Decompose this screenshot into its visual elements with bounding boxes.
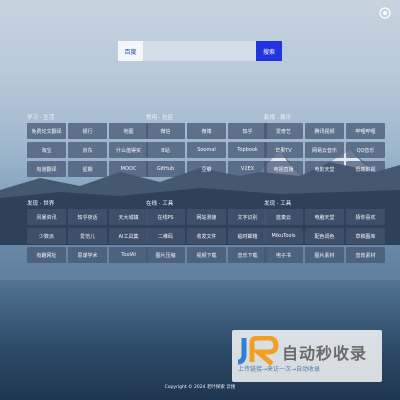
footer-copyright: Copyright © 2024 老叶探索 云搜 bbox=[164, 385, 236, 390]
link-tile[interactable]: 少数派 bbox=[27, 228, 66, 244]
link-grid: 风暴资讯 知乎夜话 天大城镇 少数派 爱范儿 AI工具集 有趣网址 思谋学术 T… bbox=[27, 209, 148, 263]
link-tile[interactable]: 有道翻译 bbox=[27, 161, 66, 177]
link-tile[interactable]: 电脑天堂 bbox=[305, 209, 344, 225]
section-title: 影视 · 娱乐 bbox=[264, 115, 292, 121]
search-input[interactable] bbox=[144, 41, 256, 61]
section-common-community: 常用 · 社区 微信 微博 知乎 B站 Soomal Topbook GitHu… bbox=[146, 114, 267, 177]
link-tile[interactable]: 图片压缩 bbox=[146, 247, 185, 263]
watermark-subtitle: 上传链接→来访一次→自动收录 bbox=[238, 366, 321, 373]
link-tile[interactable]: 电影天堂 bbox=[305, 161, 344, 177]
link-tile[interactable]: 配色调色 bbox=[305, 228, 344, 244]
link-tile[interactable]: 哔哩哔哩 bbox=[346, 123, 385, 139]
link-tile[interactable]: AI工具集 bbox=[109, 228, 148, 244]
link-tile[interactable]: 微博 bbox=[187, 123, 226, 139]
link-tile[interactable]: 视频下载 bbox=[187, 247, 226, 263]
section-title: 常用 · 社区 bbox=[146, 115, 174, 121]
link-tile[interactable]: 天大城镇 bbox=[109, 209, 148, 225]
link-tile[interactable]: 风暴资讯 bbox=[27, 209, 66, 225]
link-tile[interactable]: 草稿图库 bbox=[346, 228, 385, 244]
link-tile[interactable]: 知乎 bbox=[228, 123, 267, 139]
link-tile[interactable]: 银行 bbox=[68, 123, 107, 139]
section-title: 发现 · 世界 bbox=[27, 201, 55, 207]
link-tile[interactable]: 芒果TV bbox=[264, 142, 303, 158]
link-tile[interactable]: 低端影视 bbox=[346, 161, 385, 177]
section-study-life: 学习 · 生活 免费论文翻译 银行 地图 淘宝 京东 什么值得买 有道翻译 星期… bbox=[27, 114, 148, 177]
section-discover-tools: 发现 · 工具 蓝奏云 电脑天堂 猜你喜欢 MikuTools 配色调色 草稿图… bbox=[264, 200, 385, 263]
link-tile[interactable]: 知乎夜话 bbox=[68, 209, 107, 225]
link-tile[interactable]: B站 bbox=[146, 142, 185, 158]
link-tile[interactable]: ToolAI bbox=[109, 247, 148, 263]
link-tile[interactable]: 星期 bbox=[68, 161, 107, 177]
link-tile[interactable]: 免费论文翻译 bbox=[27, 123, 66, 139]
link-grid: 在线PS 网站测速 文字识别 二维码 收发文件 临时邮箱 图片压缩 视频下载 音… bbox=[146, 209, 267, 263]
link-tile[interactable]: 思谋学术 bbox=[68, 247, 107, 263]
link-tile[interactable]: 猜你喜欢 bbox=[346, 209, 385, 225]
section-title: 学习 · 生活 bbox=[27, 115, 55, 121]
section-online-tools: 在线 · 工具 在线PS 网站测速 文字识别 二维码 收发文件 临时邮箱 图片压… bbox=[146, 200, 267, 263]
link-tile[interactable]: 豆瓣 bbox=[187, 161, 226, 177]
link-tile[interactable]: 淘宝 bbox=[27, 142, 66, 158]
section-discover-world: 发现 · 世界 风暴资讯 知乎夜话 天大城镇 少数派 爱范儿 AI工具集 有趣网… bbox=[27, 200, 148, 263]
link-tile[interactable]: 蓝奏云 bbox=[264, 209, 303, 225]
jr-logo-icon bbox=[237, 336, 279, 366]
settings-icon bbox=[379, 7, 391, 19]
link-tile[interactable]: 收发文件 bbox=[187, 228, 226, 244]
search-bar: 百度 搜索 bbox=[118, 41, 282, 61]
link-tile[interactable]: MikuTools bbox=[264, 228, 303, 244]
link-tile[interactable]: 什么值得买 bbox=[109, 142, 148, 158]
link-grid: 微信 微博 知乎 B站 Soomal Topbook GitHub 豆瓣 V2E… bbox=[146, 123, 267, 177]
link-grid: 蓝奏云 电脑天堂 猜你喜欢 MikuTools 配色调色 草稿图库 电子书 图片… bbox=[264, 209, 385, 263]
link-tile[interactable]: 爱奇艺 bbox=[264, 123, 303, 139]
link-tile[interactable]: 微信 bbox=[146, 123, 185, 139]
link-tile[interactable]: 网易云音乐 bbox=[305, 142, 344, 158]
link-tile[interactable]: 文字识别 bbox=[228, 209, 267, 225]
link-tile[interactable]: 音乐下载 bbox=[228, 247, 267, 263]
link-grid: 爱奇艺 腾讯视频 哔哩哔哩 芒果TV 网易云音乐 QQ音乐 电视直播 电影天堂 … bbox=[264, 123, 385, 177]
link-tile[interactable]: 图片素材 bbox=[305, 247, 344, 263]
link-tile[interactable]: 音效素材 bbox=[346, 247, 385, 263]
settings-button[interactable] bbox=[378, 5, 392, 19]
section-title: 发现 · 工具 bbox=[264, 201, 292, 207]
link-tile[interactable]: 电子书 bbox=[264, 247, 303, 263]
link-tile[interactable]: MOOC bbox=[109, 161, 148, 177]
link-tile[interactable]: 地图 bbox=[109, 123, 148, 139]
link-tile[interactable]: Topbook bbox=[228, 142, 267, 158]
link-tile[interactable]: 在线PS bbox=[146, 209, 185, 225]
link-tile[interactable]: 有趣网址 bbox=[27, 247, 66, 263]
link-tile[interactable]: 临时邮箱 bbox=[228, 228, 267, 244]
section-title: 在线 · 工具 bbox=[146, 201, 174, 207]
link-tile[interactable]: 电视直播 bbox=[264, 161, 303, 177]
link-tile[interactable]: 腾讯视频 bbox=[305, 123, 344, 139]
search-button[interactable]: 搜索 bbox=[256, 41, 282, 61]
link-tile[interactable]: 二维码 bbox=[146, 228, 185, 244]
link-tile[interactable]: GitHub bbox=[146, 161, 185, 177]
link-tile[interactable]: V2EX bbox=[228, 161, 267, 177]
link-tile[interactable]: 网站测速 bbox=[187, 209, 226, 225]
link-tile[interactable]: 爱范儿 bbox=[68, 228, 107, 244]
watermark-title: 自动秒收录 bbox=[282, 344, 368, 363]
link-tile[interactable]: Soomal bbox=[187, 142, 226, 158]
link-tile[interactable]: QQ音乐 bbox=[346, 142, 385, 158]
section-video-entertainment: 影视 · 娱乐 爱奇艺 腾讯视频 哔哩哔哩 芒果TV 网易云音乐 QQ音乐 电视… bbox=[264, 114, 385, 177]
link-tile[interactable]: 京东 bbox=[68, 142, 107, 158]
link-grid: 免费论文翻译 银行 地图 淘宝 京东 什么值得买 有道翻译 星期 MOOC bbox=[27, 123, 148, 177]
search-engine-selector[interactable]: 百度 bbox=[118, 41, 144, 61]
